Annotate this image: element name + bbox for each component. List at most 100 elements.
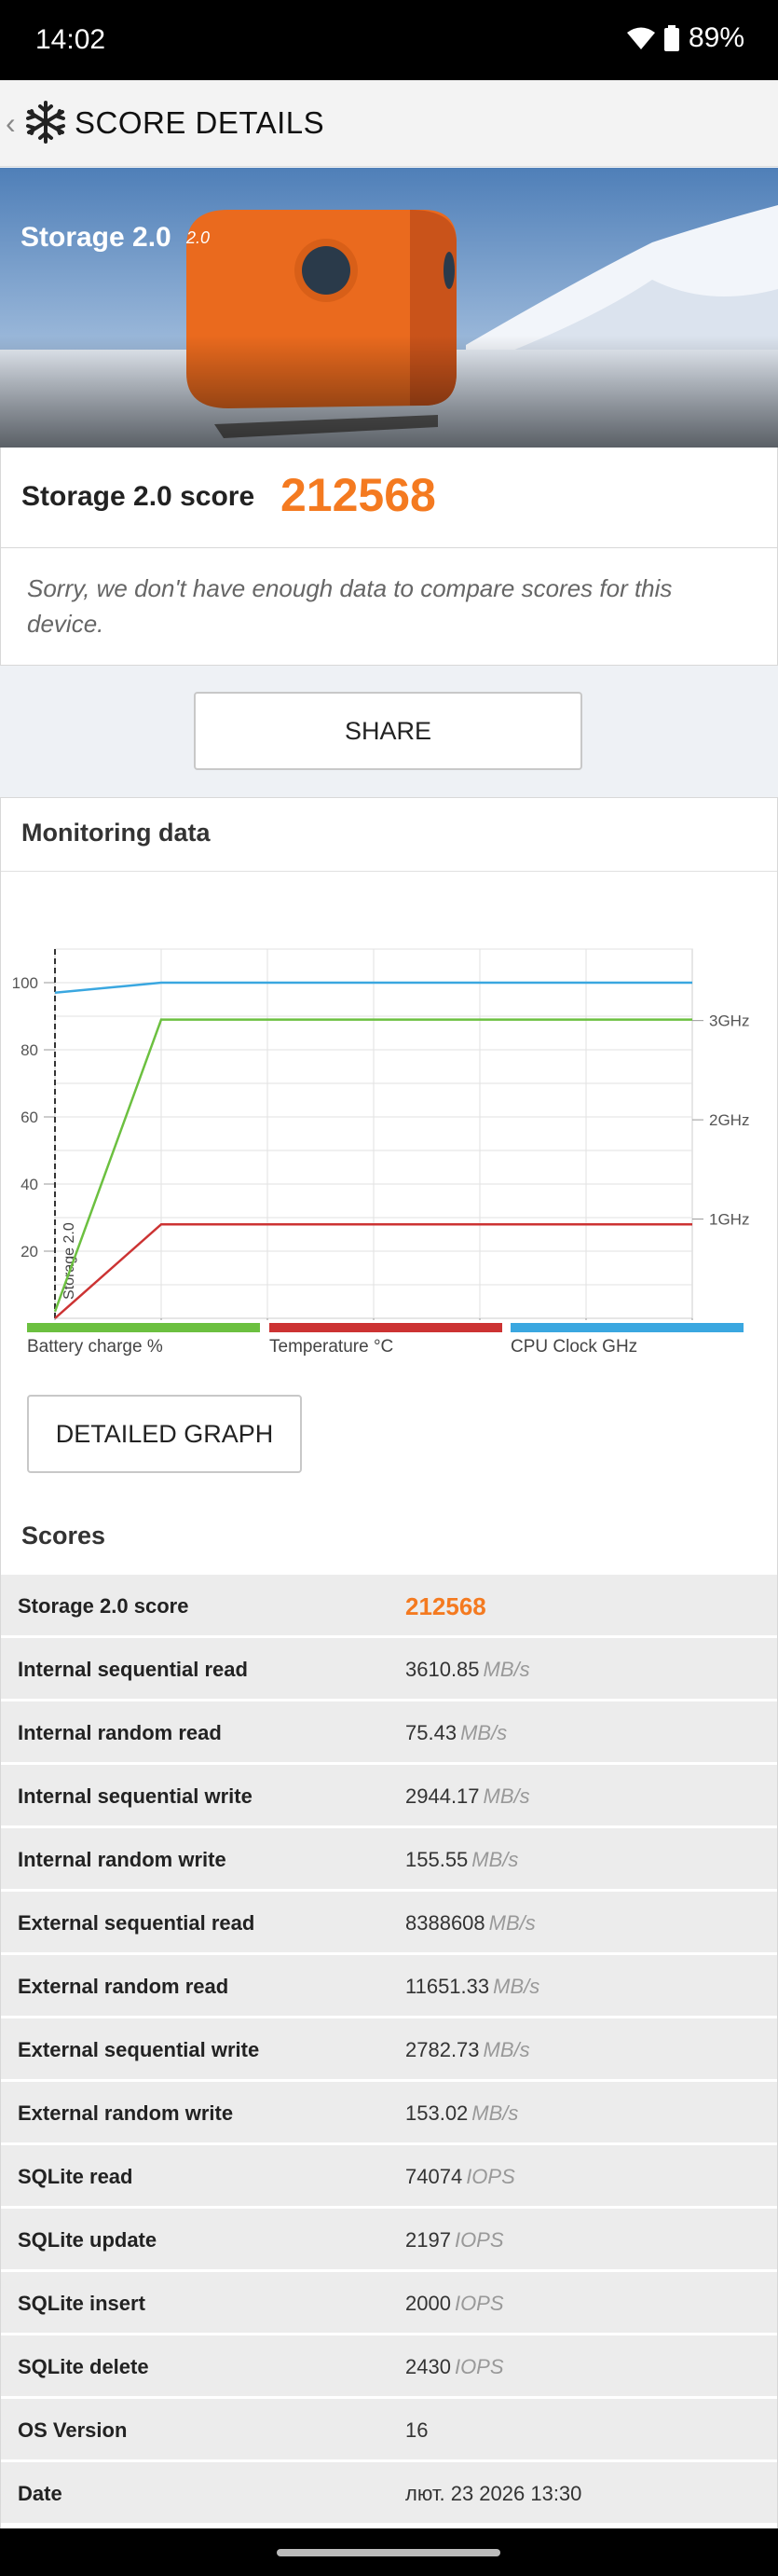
- row-value-number: 212568: [405, 1592, 486, 1620]
- row-value: 3610.85 MB/s: [405, 1658, 530, 1682]
- row-value: 155.55 MB/s: [405, 1848, 518, 1872]
- row-label: Date: [18, 2482, 62, 2505]
- row-value-unit: MB/s: [483, 2038, 530, 2061]
- row-value: 2782.73 MB/s: [405, 2038, 530, 2062]
- table-row: SQLite read 74074 IOPS: [1, 2145, 777, 2209]
- row-label: SQLite update: [18, 2228, 157, 2252]
- legend-cpu-swatch: [511, 1323, 744, 1332]
- row-value-number: 75.43: [405, 1721, 457, 1744]
- row-label: External random read: [18, 1975, 229, 1998]
- legend-battery-swatch: [27, 1323, 260, 1332]
- battery-percent: 89%: [688, 22, 744, 53]
- divider: [1, 871, 777, 872]
- table-row: External random read 11651.33 MB/s: [1, 1955, 777, 2018]
- y2-tick-label: 3GHz: [709, 1012, 749, 1030]
- row-value-unit: MB/s: [471, 1848, 519, 1871]
- y2-tick-label: 2GHz: [709, 1111, 749, 1129]
- y-tick-label: 60: [20, 1109, 38, 1126]
- hero-benchmark-name: Storage 2.0: [20, 222, 171, 253]
- row-value: 212568: [405, 1592, 486, 1621]
- row-value: 8388608 MB/s: [405, 1911, 536, 1935]
- row-value-unit: MB/s: [460, 1721, 508, 1744]
- table-row: SQLite delete 2430 IOPS: [1, 2335, 777, 2399]
- wifi-icon: [626, 27, 655, 49]
- row-value: 11651.33 MB/s: [405, 1975, 539, 1999]
- row-label: OS Version: [18, 2418, 128, 2442]
- detailed-graph-button[interactable]: DETAILED GRAPH: [27, 1395, 302, 1473]
- table-row: OS Version 16: [1, 2399, 777, 2462]
- table-row: Date лют. 23 2026 13:30: [1, 2462, 777, 2526]
- row-value-number: 16: [405, 2418, 429, 2442]
- legend-cpu-label: CPU Clock GHz: [511, 1337, 638, 1357]
- y-tick-label: 80: [20, 1041, 38, 1059]
- row-value-number: лют. 23 2026 13:30: [405, 2482, 582, 2505]
- legend-temperature-swatch: [269, 1323, 502, 1332]
- row-label: SQLite insert: [18, 2292, 145, 2315]
- snowflake-logo-icon[interactable]: [22, 99, 69, 145]
- row-value-number: 2430: [405, 2355, 451, 2378]
- row-label: Internal sequential read: [18, 1658, 248, 1681]
- row-value-unit: IOPS: [466, 2165, 515, 2188]
- y2-tick-label: 1GHz: [709, 1211, 749, 1229]
- row-value-unit: MB/s: [493, 1975, 540, 1998]
- table-row: Internal sequential write 2944.17 MB/s: [1, 1765, 777, 1828]
- row-label: External sequential read: [18, 1911, 255, 1935]
- score-value: 212568: [280, 469, 436, 521]
- row-label: Storage 2.0 score: [18, 1594, 189, 1618]
- row-value: 153.02 MB/s: [405, 2101, 518, 2126]
- row-value-number: 155.55: [405, 1848, 469, 1871]
- row-label: Internal random read: [18, 1721, 222, 1744]
- row-value-number: 2782.73: [405, 2038, 480, 2061]
- battery-icon: [663, 25, 679, 51]
- row-value: 75.43 MB/s: [405, 1721, 507, 1745]
- row-value-unit: MB/s: [483, 1784, 530, 1808]
- row-label: External sequential write: [18, 2038, 260, 2061]
- row-label: Internal random write: [18, 1848, 226, 1871]
- app-bar: ‹ SCORE DETAILS: [0, 80, 778, 167]
- table-row: Internal random read 75.43 MB/s: [1, 1701, 777, 1765]
- table-row: External sequential write 2782.73 MB/s: [1, 2018, 777, 2082]
- back-chevron-icon[interactable]: ‹: [6, 106, 16, 141]
- status-time: 14:02: [35, 24, 106, 55]
- compare-notice-text: Sorry, we don't have enough data to comp…: [27, 574, 673, 638]
- score-card: Storage 2.0 score 212568: [0, 448, 778, 548]
- row-value-number: 8388608: [405, 1911, 485, 1935]
- arctic-cabin-image: [0, 168, 778, 448]
- row-label: SQLite delete: [18, 2355, 149, 2378]
- table-row: SQLite update 2197 IOPS: [1, 2209, 777, 2272]
- row-value-unit: MB/s: [488, 1911, 536, 1935]
- monitoring-card: Monitoring data 204060801001GHz2GHz3GHz0…: [0, 797, 778, 2531]
- row-value-unit: IOPS: [454, 2355, 504, 2378]
- monitoring-chart[interactable]: 204060801001GHz2GHz3GHz00:0000:0100:0200…: [1, 891, 777, 1320]
- table-row: External random write 153.02 MB/s: [1, 2082, 777, 2145]
- home-gesture-handle[interactable]: [277, 2549, 500, 2556]
- row-value-unit: IOPS: [454, 2292, 504, 2315]
- row-value: лют. 23 2026 13:30: [405, 2482, 581, 2506]
- scores-table: Storage 2.0 score 212568 Internal sequenti…: [1, 1575, 777, 2526]
- table-row: Storage 2.0 score 212568: [1, 1575, 777, 1638]
- row-value-unit: MB/s: [471, 2101, 519, 2125]
- row-value: 2197 IOPS: [405, 2228, 504, 2252]
- hero-benchmark-version: 2.0: [186, 228, 211, 247]
- y-tick-label: 40: [20, 1176, 38, 1193]
- row-value-number: 74074: [405, 2165, 463, 2188]
- row-value-number: 2197: [405, 2228, 451, 2252]
- legend-battery-label: Battery charge %: [27, 1337, 163, 1357]
- table-row: Internal random write 155.55 MB/s: [1, 1828, 777, 1892]
- table-row: Internal sequential read 3610.85 MB/s: [1, 1638, 777, 1701]
- row-value: 2944.17 MB/s: [405, 1784, 530, 1809]
- y-tick-label: 100: [12, 974, 38, 992]
- table-row: SQLite insert 2000 IOPS: [1, 2272, 777, 2335]
- status-indicators: 89%: [626, 22, 744, 54]
- row-value-number: 2944.17: [405, 1784, 480, 1808]
- row-label: SQLite read: [18, 2165, 133, 2188]
- score-label: Storage 2.0 score: [21, 481, 255, 512]
- row-value-number: 153.02: [405, 2101, 469, 2125]
- row-value-number: 2000: [405, 2292, 451, 2315]
- status-bar: 14:02 89%: [0, 0, 778, 80]
- share-button[interactable]: SHARE: [194, 692, 582, 770]
- legend-temperature-label: Temperature °C: [269, 1337, 394, 1357]
- row-value: 2430 IOPS: [405, 2355, 504, 2379]
- row-label: Internal sequential write: [18, 1784, 253, 1808]
- row-value-number: 11651.33: [405, 1975, 490, 1998]
